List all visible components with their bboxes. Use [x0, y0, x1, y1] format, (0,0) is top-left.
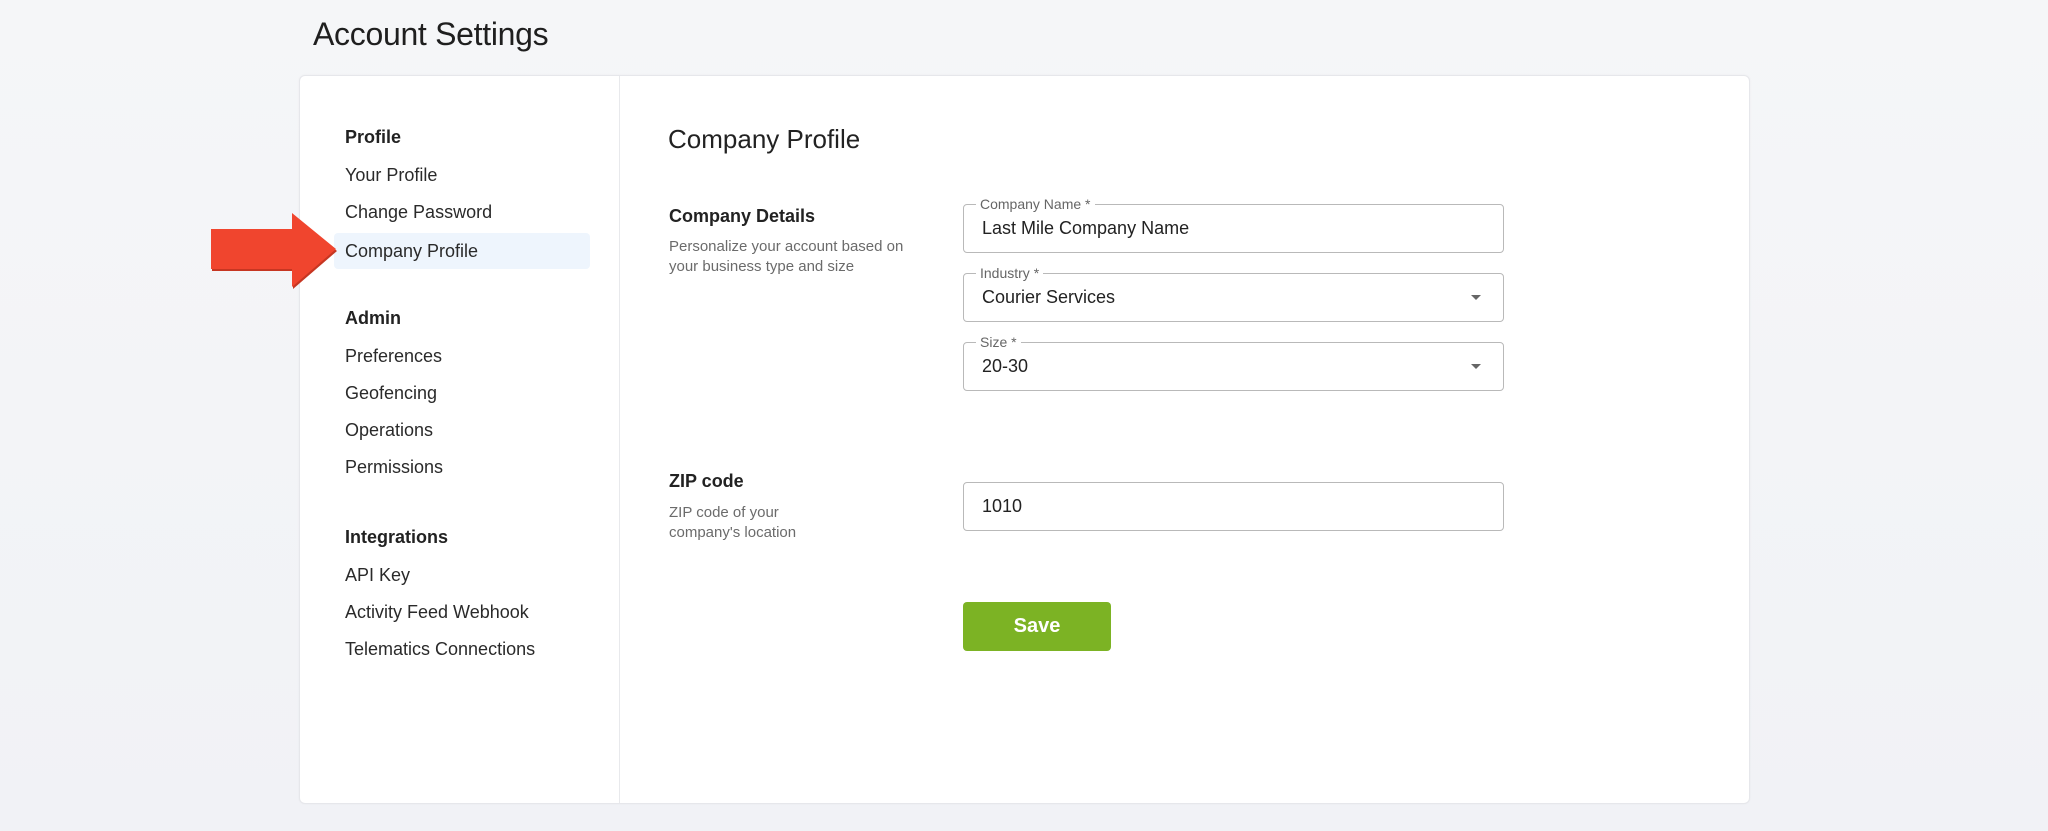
settings-card: Profile Your Profile Change Password Com…	[299, 75, 1750, 804]
nav-group-admin: Admin	[345, 308, 401, 328]
nav-group-profile: Profile	[345, 127, 402, 147]
section-title: Company Profile	[668, 124, 861, 154]
size-select[interactable]: Size * 20-30	[963, 333, 1504, 391]
sidebar-item-operations[interactable]: Operations	[334, 412, 590, 448]
sidebar-item-permissions[interactable]: Permissions	[334, 449, 590, 485]
industry-select[interactable]: Industry * Courier Services	[963, 264, 1504, 322]
sidebar-item-change-password[interactable]: Change Password	[334, 194, 590, 230]
sidebar-item-preferences[interactable]: Preferences	[334, 338, 590, 374]
zip-code-input[interactable]: 1010	[963, 482, 1504, 531]
sidebar-item-company-profile[interactable]: Company Profile	[334, 233, 590, 269]
save-button[interactable]: Save	[963, 602, 1111, 651]
nav-group-integrations: Integrations	[345, 527, 449, 547]
sidebar-item-geofencing[interactable]: Geofencing	[334, 375, 590, 411]
red-arrow-annotation-icon	[211, 213, 337, 289]
company-name-field[interactable]: Company Name * Last Mile Company Name	[963, 195, 1504, 253]
company-details-description: Personalize your account based on your b…	[669, 238, 904, 275]
settings-sidebar: Profile Your Profile Change Password Com…	[300, 76, 620, 803]
size-value: 20-30	[982, 356, 1029, 376]
zip-code-value: 1010	[982, 496, 1023, 516]
zip-code-title: ZIP code	[669, 471, 744, 491]
sidebar-item-activity-feed-webhook[interactable]: Activity Feed Webhook	[334, 594, 590, 630]
sidebar-item-api-key[interactable]: API Key	[334, 557, 590, 593]
company-name-value: Last Mile Company Name	[982, 218, 1190, 238]
chevron-down-icon	[1471, 295, 1481, 300]
zip-code-description: ZIP code of your company's location	[669, 504, 797, 541]
chevron-down-icon	[1471, 364, 1481, 369]
industry-value: Courier Services	[982, 287, 1116, 307]
sidebar-item-your-profile[interactable]: Your Profile	[334, 157, 590, 193]
company-profile-panel: Company Profile Company Details Personal…	[620, 76, 1749, 803]
company-details-title: Company Details	[669, 206, 816, 226]
sidebar-item-telematics-connections[interactable]: Telematics Connections	[334, 631, 590, 667]
page-title: Account Settings	[313, 16, 549, 52]
